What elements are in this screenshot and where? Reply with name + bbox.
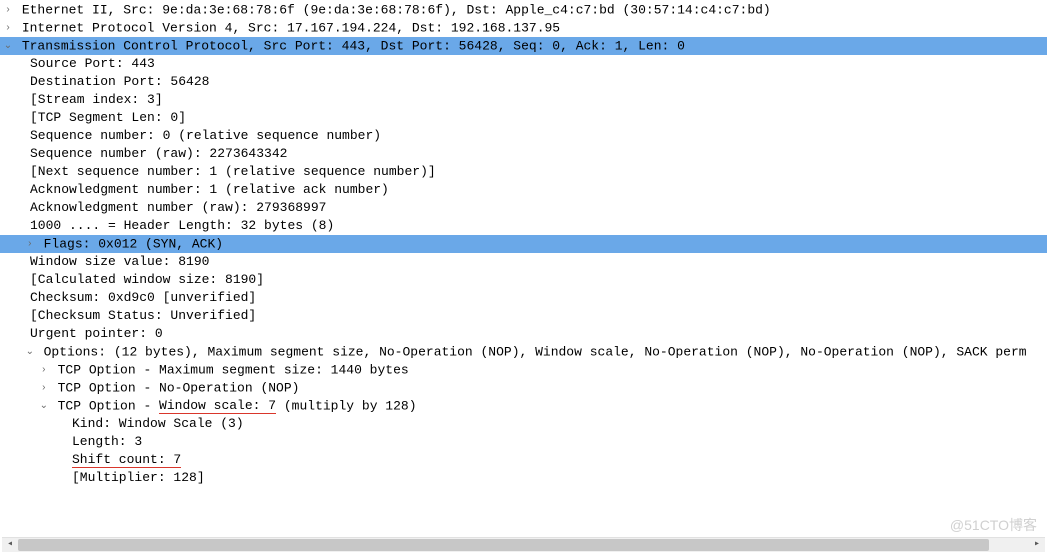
field-value: Checksum: 0xd9c0 [unverified] [30,290,256,305]
opt-ws-prefix: TCP Option - [58,398,159,413]
tcp-ack-raw[interactable]: Acknowledgment number (raw): 279368997 [0,199,1047,217]
tcp-next-seq[interactable]: [Next sequence number: 1 (relative seque… [0,163,1047,181]
tcp-source-port[interactable]: Source Port: 443 [0,55,1047,73]
chevron-right-icon[interactable]: › [38,361,50,379]
field-value: Acknowledgment number: 1 (relative ack n… [30,182,389,197]
field-value: [Next sequence number: 1 (relative seque… [30,164,436,179]
chevron-right-icon[interactable]: › [2,19,14,37]
ip-layer[interactable]: › Internet Protocol Version 4, Src: 17.1… [0,19,1047,37]
tcp-window-size[interactable]: Window size value: 8190 [0,253,1047,271]
field-value: [Calculated window size: 8190] [30,272,264,287]
field-value: Source Port: 443 [30,56,155,71]
ws-multiplier[interactable]: [Multiplier: 128] [0,469,1047,487]
field-value: [Checksum Status: Unverified] [30,308,256,323]
packet-detail-tree: › Ethernet II, Src: 9e:da:3e:68:78:6f (9… [0,0,1047,487]
chevron-right-icon[interactable]: › [38,379,50,397]
ws-length[interactable]: Length: 3 [0,433,1047,451]
chevron-down-icon[interactable]: ⌄ [2,37,14,55]
ethernet-summary: Ethernet II, Src: 9e:da:3e:68:78:6f (9e:… [22,2,771,17]
ip-summary: Internet Protocol Version 4, Src: 17.167… [22,20,560,35]
chevron-down-icon[interactable]: ⌄ [24,343,36,361]
tcp-summary: Transmission Control Protocol, Src Port:… [22,38,685,53]
scrollbar-track[interactable] [18,538,1029,552]
tcp-option-nop[interactable]: › TCP Option - No-Operation (NOP) [0,379,1047,397]
chevron-down-icon[interactable]: ⌄ [38,397,50,415]
horizontal-scrollbar[interactable]: ◂ ▸ [2,537,1045,552]
field-value: Kind: Window Scale (3) [72,416,244,431]
field-value: Options: (12 bytes), Maximum segment siz… [44,344,1027,359]
field-value: Acknowledgment number (raw): 279368997 [30,200,326,215]
tcp-checksum-status[interactable]: [Checksum Status: Unverified] [0,307,1047,325]
tcp-option-mss[interactable]: › TCP Option - Maximum segment size: 144… [0,361,1047,379]
ws-kind[interactable]: Kind: Window Scale (3) [0,415,1047,433]
field-value: [Stream index: 3] [30,92,163,107]
tcp-urgent-pointer[interactable]: Urgent pointer: 0 [0,325,1047,343]
opt-ws-suffix: (multiply by 128) [276,398,416,413]
chevron-right-icon[interactable]: › [24,235,36,253]
opt-ws-highlight: Window scale: 7 [159,398,276,414]
tcp-seq-raw[interactable]: Sequence number (raw): 2273643342 [0,145,1047,163]
tcp-calculated-window[interactable]: [Calculated window size: 8190] [0,271,1047,289]
watermark: @51CTO博客 [950,516,1037,534]
field-value: Destination Port: 56428 [30,74,209,89]
ws-shift-count[interactable]: Shift count: 7 [0,451,1047,469]
field-value: Window size value: 8190 [30,254,209,269]
tcp-checksum[interactable]: Checksum: 0xd9c0 [unverified] [0,289,1047,307]
ws-shift-highlight: Shift count: 7 [72,452,181,468]
tcp-segment-len[interactable]: [TCP Segment Len: 0] [0,109,1047,127]
tcp-options[interactable]: ⌄ Options: (12 bytes), Maximum segment s… [0,343,1047,361]
field-value: Sequence number (raw): 2273643342 [30,146,287,161]
tcp-option-window-scale[interactable]: ⌄ TCP Option - Window scale: 7 (multiply… [0,397,1047,415]
tcp-flags[interactable]: › Flags: 0x012 (SYN, ACK) [0,235,1047,253]
field-value: Urgent pointer: 0 [30,326,163,341]
field-value: Length: 3 [72,434,142,449]
field-value: TCP Option - No-Operation (NOP) [58,380,300,395]
field-value: Flags: 0x012 (SYN, ACK) [44,236,223,251]
field-value: TCP Option - Maximum segment size: 1440 … [58,362,409,377]
field-value: [TCP Segment Len: 0] [30,110,186,125]
scroll-right-icon[interactable]: ▸ [1029,538,1045,552]
scroll-left-icon[interactable]: ◂ [2,538,18,552]
tcp-destination-port[interactable]: Destination Port: 56428 [0,73,1047,91]
field-value: [Multiplier: 128] [72,470,205,485]
tcp-stream-index[interactable]: [Stream index: 3] [0,91,1047,109]
ethernet-layer[interactable]: › Ethernet II, Src: 9e:da:3e:68:78:6f (9… [0,1,1047,19]
field-value: Sequence number: 0 (relative sequence nu… [30,128,381,143]
tcp-header-length[interactable]: 1000 .... = Header Length: 32 bytes (8) [0,217,1047,235]
tcp-ack-rel[interactable]: Acknowledgment number: 1 (relative ack n… [0,181,1047,199]
chevron-right-icon[interactable]: › [2,1,14,19]
tcp-layer[interactable]: ⌄ Transmission Control Protocol, Src Por… [0,37,1047,55]
tcp-seq-rel[interactable]: Sequence number: 0 (relative sequence nu… [0,127,1047,145]
scrollbar-thumb[interactable] [18,539,989,551]
field-value: 1000 .... = Header Length: 32 bytes (8) [30,218,334,233]
